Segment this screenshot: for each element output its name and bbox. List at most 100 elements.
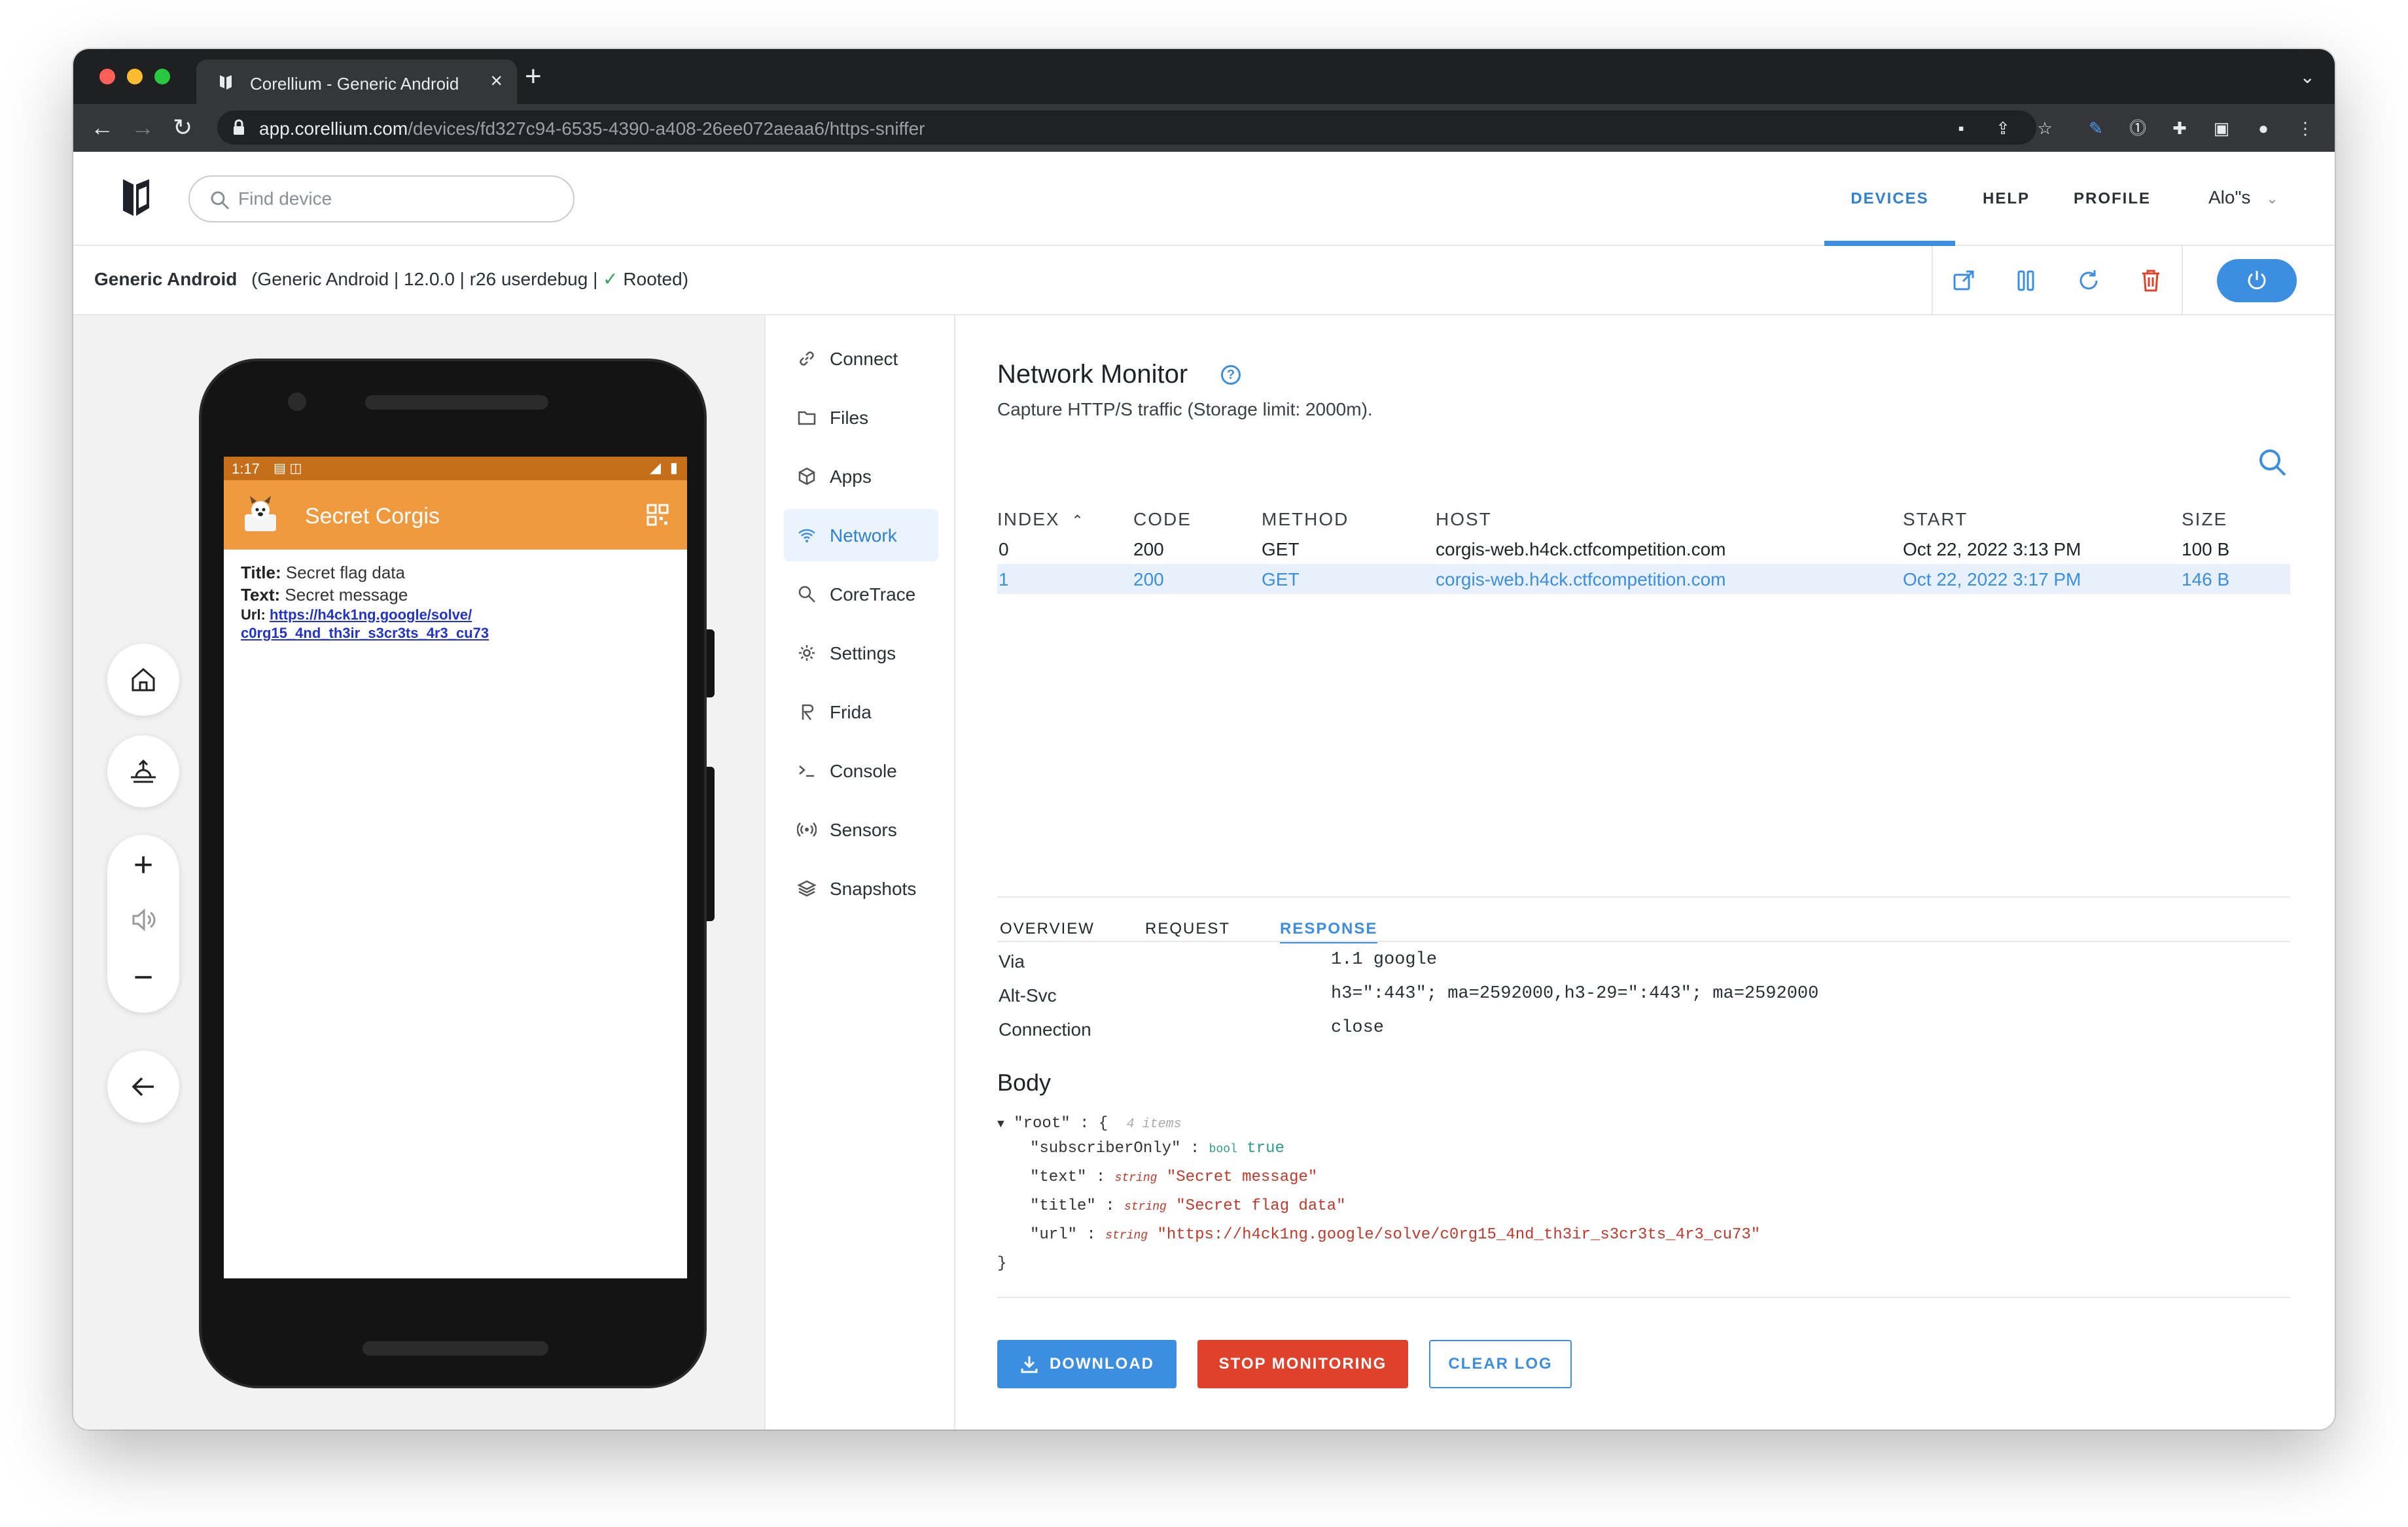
browser-menu-icon[interactable]: ⋮ (2295, 118, 2315, 138)
side-panel-icon[interactable]: ▣ (2212, 118, 2231, 138)
column-header-host[interactable]: HOST (1436, 509, 1492, 530)
close-window-button[interactable] (99, 69, 115, 84)
menu-item-connect[interactable]: Connect (784, 332, 938, 385)
pause-icon (2017, 270, 2034, 291)
menu-item-sensors[interactable]: Sensors (784, 803, 938, 856)
check-icon: ✓ (603, 269, 618, 289)
delete-device-button[interactable] (2120, 246, 2183, 315)
browser-titlebar: Corellium - Generic Android × + ⌄ (73, 49, 2335, 104)
wake-button[interactable] (107, 735, 179, 807)
header-value: h3=":443"; ma=2592000,h3-29=":443"; ma=2… (1331, 984, 1819, 1004)
lock-icon (234, 119, 244, 135)
volume-down-icon[interactable]: − (107, 959, 179, 996)
column-header-method[interactable]: METHOD (1262, 509, 1349, 530)
app-header: DEVICES HELP PROFILE Alo"s ⌄ (73, 152, 2335, 247)
menu-item-snapshots[interactable]: Snapshots (784, 862, 938, 915)
json-close-brace: } (997, 1255, 1007, 1272)
json-field: "url" : string "https://h4ck1ng.google/s… (1030, 1226, 1761, 1244)
header-value: 1.1 google (1331, 950, 1438, 970)
open-external-button[interactable] (1932, 246, 1994, 315)
zoom-window-button[interactable] (154, 69, 170, 84)
caret-down-icon[interactable]: ▼ (997, 1118, 1004, 1131)
page-subtitle: Capture HTTP/S traffic (Storage limit: 2… (997, 399, 1373, 419)
camera-icon[interactable]: ▪ (1951, 118, 1971, 138)
device-view-panel: + − 1:17 ▤ ◫ ◢ ▮ Secret Corgis Title: Se… (73, 315, 766, 1430)
header-value: close (1331, 1018, 1385, 1038)
tab-close-icon[interactable]: × (490, 69, 503, 93)
table-row-selected[interactable]: 1 200 GET corgis-web.h4ck.ctfcompetition… (997, 564, 2290, 594)
table-row[interactable]: 0 200 GET corgis-web.h4ck.ctfcompetition… (997, 534, 2290, 564)
tab-request[interactable]: REQUEST (1145, 920, 1230, 938)
extension-tool-icon[interactable]: ✎ (2086, 118, 2106, 138)
home-icon (132, 668, 155, 692)
divider (997, 1297, 2290, 1298)
help-icon[interactable]: ? (1221, 365, 1241, 385)
json-root[interactable]: ▼ "root" : { 4 items (997, 1115, 1182, 1132)
phone-power-key[interactable] (707, 629, 715, 697)
back-icon[interactable]: ← (90, 113, 114, 142)
extensions-puzzle-icon[interactable]: ✚ (2170, 118, 2189, 138)
menu-item-coretrace[interactable]: CoreTrace (784, 568, 938, 620)
reload-icon[interactable]: ↻ (173, 113, 192, 142)
share-icon[interactable]: ⇪ (1993, 118, 2013, 138)
nav-devices[interactable]: DEVICES (1824, 152, 1955, 247)
download-button[interactable]: DOWNLOAD (997, 1340, 1177, 1388)
network-monitor-panel: Network Monitor ? Capture HTTP/S traffic… (957, 315, 2335, 1430)
search-icon[interactable] (2258, 448, 2288, 478)
nav-profile[interactable]: PROFILE (2056, 152, 2169, 246)
new-tab-icon[interactable]: + (525, 62, 542, 91)
menu-item-apps[interactable]: Apps (784, 450, 938, 502)
browser-window: Corellium - Generic Android × + ⌄ ← → ↻ … (73, 49, 2335, 1430)
menu-item-console[interactable]: Console (784, 745, 938, 797)
header-key: Alt-Svc (999, 985, 1057, 1006)
speaker-icon (132, 908, 156, 932)
device-details: (Generic Android | 12.0.0 | r26 userdebu… (251, 269, 598, 289)
browser-tab[interactable]: Corellium - Generic Android × (196, 60, 517, 104)
clear-log-button[interactable]: CLEAR LOG (1429, 1340, 1572, 1388)
phone-url-link[interactable]: https://h4ck1ng.google/solve/ (270, 606, 472, 623)
phone-screen[interactable]: 1:17 ▤ ◫ ◢ ▮ Secret Corgis Title: Secret… (224, 457, 687, 1278)
bookmark-star-icon[interactable]: ☆ (2035, 118, 2055, 138)
trash-icon (2142, 270, 2159, 292)
back-nav-button[interactable] (107, 1051, 179, 1123)
tab-search-chevron-icon[interactable]: ⌄ (2300, 66, 2315, 88)
restart-button[interactable] (2057, 246, 2120, 315)
nav-help[interactable]: HELP (1970, 152, 2043, 246)
body-title: Body (997, 1069, 1052, 1096)
forward-icon[interactable]: → (131, 113, 154, 142)
tab-response[interactable]: RESPONSE (1280, 920, 1378, 943)
pause-button[interactable] (1994, 246, 2057, 315)
volume-up-icon[interactable]: + (107, 847, 179, 883)
minimize-window-button[interactable] (127, 69, 143, 84)
tab-overview[interactable]: OVERVIEW (1000, 920, 1095, 938)
profile-icon[interactable]: ● (2254, 118, 2273, 138)
column-header-code[interactable]: CODE (1133, 509, 1192, 530)
power-button[interactable] (2217, 259, 2297, 302)
corellium-favicon-icon (220, 75, 232, 90)
qr-code-icon[interactable] (646, 504, 669, 526)
menu-item-network[interactable]: Network (784, 509, 938, 561)
address-bar[interactable]: app.corellium.com/devices/fd327c94-6535-… (217, 111, 2036, 145)
column-header-start[interactable]: START (1903, 509, 1968, 530)
password-manager-icon[interactable]: ⓵ (2128, 118, 2148, 138)
phone-app-title: Secret Corgis (305, 504, 440, 529)
device-info: Generic Android (Generic Android | 12.0.… (94, 268, 688, 290)
phone-volume-key[interactable] (707, 767, 715, 921)
menu-item-frida[interactable]: Frida (784, 686, 938, 738)
corellium-logo-icon[interactable] (122, 177, 150, 219)
menu-item-settings[interactable]: Settings (784, 627, 938, 679)
find-device-search[interactable] (188, 175, 575, 222)
menu-item-files[interactable]: Files (784, 391, 938, 444)
phone-url-link-line2[interactable]: c0rg15_4nd_th3ir_s3cr3ts_4r3_cu73 (241, 625, 489, 641)
download-icon (1021, 1356, 1038, 1373)
json-field: "text" : string "Secret message" (1030, 1168, 1318, 1186)
url-text: app.corellium.com/devices/fd327c94-6535-… (259, 118, 925, 139)
stop-monitoring-button[interactable]: STOP MONITORING (1197, 1340, 1408, 1388)
column-header-size[interactable]: SIZE (2182, 509, 2227, 530)
user-menu[interactable]: Alo"s ⌄ (2208, 187, 2278, 208)
find-device-input[interactable] (238, 186, 552, 212)
home-button[interactable] (107, 644, 179, 716)
refresh-icon (2080, 270, 2098, 290)
notification-icon: ▤ ◫ (274, 461, 302, 476)
column-header-index[interactable]: INDEX ⌃ (997, 509, 1085, 530)
